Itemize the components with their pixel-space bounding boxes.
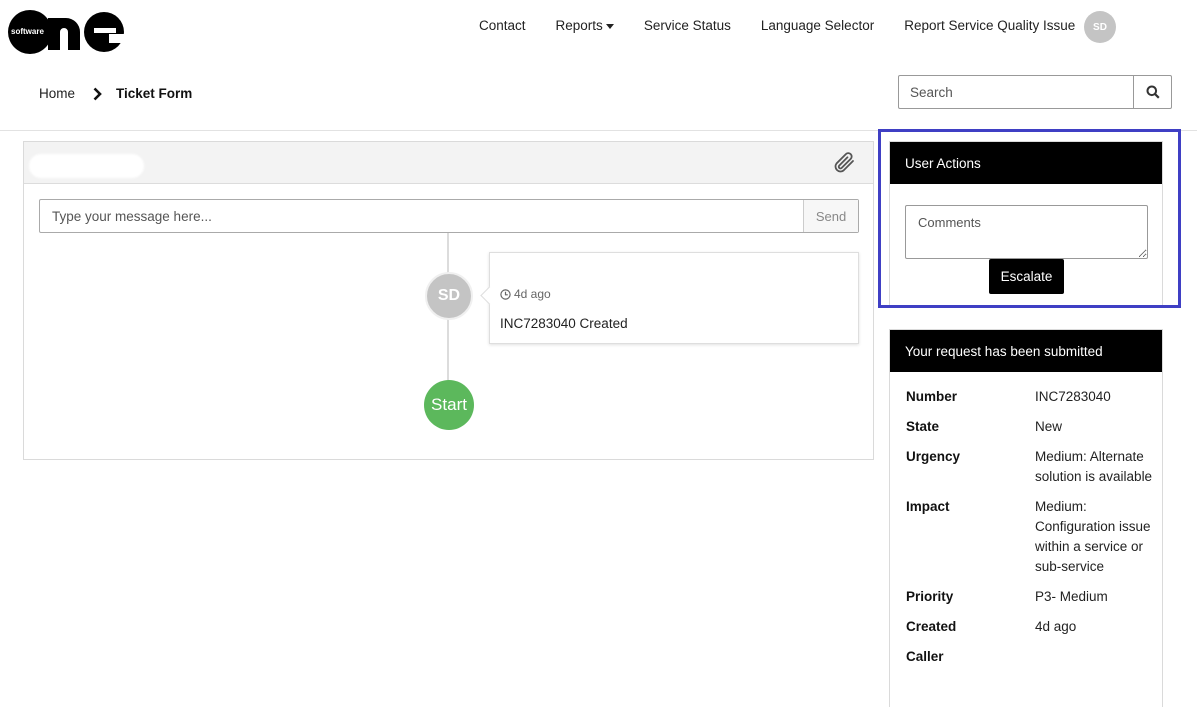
- search-input[interactable]: [899, 76, 1133, 108]
- highlight-box: [878, 129, 1181, 308]
- timeline-time: 4d ago: [500, 287, 551, 301]
- ticket-panel: Send SD 4d ago INC7283040 Created Start: [23, 141, 874, 460]
- nav-reports-label: Reports: [555, 18, 603, 33]
- timeline-entry: 4d ago INC7283040 Created: [489, 252, 859, 344]
- search-button[interactable]: [1133, 76, 1171, 108]
- breadcrumb: Home Ticket Form: [39, 86, 192, 101]
- redacted-title: [29, 154, 144, 178]
- detail-value: New: [1035, 419, 1063, 434]
- breadcrumb-current: Ticket Form: [116, 86, 193, 101]
- request-summary-title: Your request has been submitted: [890, 330, 1162, 372]
- message-input[interactable]: [40, 200, 803, 232]
- detail-label: Caller: [906, 649, 944, 664]
- detail-label: Urgency: [906, 449, 961, 464]
- user-avatar[interactable]: SD: [1084, 11, 1116, 43]
- detail-label: Priority: [906, 589, 954, 604]
- timeline-start-badge: Start: [424, 380, 474, 430]
- nav-report-quality-issue[interactable]: Report Service Quality Issue: [904, 18, 1075, 33]
- detail-value: 4d ago: [1035, 619, 1077, 634]
- caret-down-icon: [605, 23, 614, 29]
- search-icon: [1146, 85, 1160, 99]
- nav-contact[interactable]: Contact: [479, 18, 526, 33]
- top-header: software Contact Reports Service Status …: [0, 0, 1197, 60]
- detail-value: Medium: Configuration issue within a ser…: [1035, 499, 1151, 574]
- paperclip-icon[interactable]: [831, 149, 859, 177]
- nav-service-status[interactable]: Service Status: [644, 18, 731, 33]
- detail-row-priority: Priority P3- Medium: [906, 587, 1156, 607]
- timeline-time-text: 4d ago: [514, 287, 551, 301]
- detail-row-created: Created 4d ago: [906, 617, 1156, 637]
- detail-value: Medium: Alternate solution is available: [1035, 449, 1153, 484]
- detail-label: Impact: [906, 499, 950, 514]
- logo-small-text: software: [11, 27, 44, 36]
- detail-value: P3- Medium: [1035, 589, 1108, 604]
- detail-row-number: Number INC7283040: [906, 387, 1156, 407]
- nav-language-selector[interactable]: Language Selector: [761, 18, 874, 33]
- search-box: [898, 75, 1172, 109]
- send-button[interactable]: Send: [803, 200, 858, 232]
- detail-row-state: State New: [906, 417, 1156, 437]
- nav-reports[interactable]: Reports: [556, 18, 614, 33]
- detail-value: [1035, 647, 1155, 667]
- breadcrumb-home[interactable]: Home: [39, 86, 75, 101]
- main-nav: Contact Reports Service Status Language …: [479, 18, 1105, 33]
- timeline-text: INC7283040 Created: [500, 316, 628, 331]
- detail-row-impact: Impact Medium: Configuration issue withi…: [906, 497, 1156, 577]
- request-details: Number INC7283040 State New Urgency Medi…: [906, 387, 1156, 677]
- detail-row-urgency: Urgency Medium: Alternate solution is av…: [906, 447, 1156, 487]
- detail-label: Created: [906, 619, 957, 634]
- detail-label: State: [906, 419, 940, 434]
- chevron-right-icon: [93, 87, 102, 101]
- ticket-panel-header: [24, 142, 873, 184]
- detail-row-caller: Caller: [906, 647, 1156, 667]
- detail-value: INC7283040: [1035, 389, 1111, 404]
- message-composer: Send: [39, 199, 859, 233]
- timeline-avatar: SD: [425, 272, 473, 320]
- clock-icon: [500, 288, 511, 300]
- softwareone-logo[interactable]: software: [8, 10, 126, 54]
- detail-label: Number: [906, 389, 958, 404]
- request-summary-panel: Your request has been submitted Number I…: [889, 329, 1163, 707]
